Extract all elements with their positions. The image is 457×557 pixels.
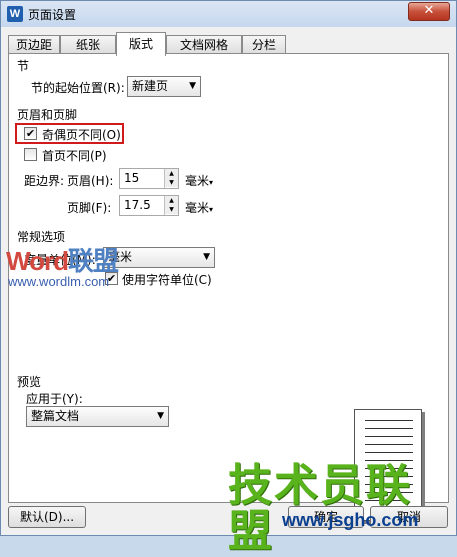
footer-distance-label: 页脚(F): [67,201,112,215]
header-distance-value: 15 [124,171,140,185]
footer-spinner[interactable]: ▲ ▼ [164,196,178,215]
spin-down-icon[interactable]: ▼ [165,205,178,214]
apply-to-label: 应用于(Y): [26,392,83,406]
divider [33,65,441,66]
chevron-down-icon: ▼ [189,81,196,91]
odd-even-label: 奇偶页不同(O) [42,128,121,142]
tab-margins[interactable]: 页边距 [8,35,60,55]
close-button[interactable]: ✕ [408,2,450,21]
first-page-label: 首页不同(P) [42,149,107,163]
dialog-title: 页面设置 [28,8,77,22]
first-page-checkbox[interactable] [24,148,37,161]
spin-down-icon[interactable]: ▼ [165,178,178,187]
footer-unit: 毫米 [185,201,210,215]
header-distance-input[interactable]: 15 ▲ ▼ [119,168,179,189]
footer-distance-value: 17.5 [124,198,151,212]
tab-columns[interactable]: 分栏 [242,35,286,55]
preview-line [365,436,413,437]
divider [45,381,441,382]
chevron-down-icon: ▼ [157,411,164,421]
jsgho-watermark: 技术员联盟 [228,460,412,557]
footer-distance-input[interactable]: 17.5 ▲ ▼ [119,195,179,216]
jsgho-url-watermark: www.jsgho.com [282,510,419,530]
apply-to-select[interactable]: 整篇文档 ▼ [26,406,169,427]
divider [73,236,441,237]
measure-unit-select[interactable]: 毫米 ▼ [103,247,215,268]
default-button[interactable]: 默认(D)... [8,506,86,528]
wordlm-watermark: Word联盟 [6,246,119,276]
preview-line [365,420,413,421]
spin-up-icon[interactable]: ▲ [165,169,178,178]
close-icon: ✕ [423,3,435,18]
chevron-down-icon: ▾ [209,205,214,214]
odd-even-checkbox[interactable]: ✔ [24,127,37,140]
wps-writer-icon: W [7,6,23,22]
apply-to-value: 整篇文档 [31,409,80,423]
tab-layout[interactable]: 版式 [116,32,166,56]
tab-paper[interactable]: 纸张 [60,35,116,55]
preview-line [365,428,413,429]
preview-line [365,452,413,453]
title-bar[interactable]: W 页面设置 ✕ [1,1,456,27]
header-unit-dropdown[interactable]: 毫米▾ [185,172,213,189]
header-distance-label: 页眉(H): [67,174,114,188]
footer-unit-dropdown[interactable]: 毫米▾ [185,199,213,216]
wordlm-url-watermark: www.wordlm.com [8,274,110,289]
header-unit: 毫米 [185,174,210,188]
header-footer-group-title: 页眉和页脚 [17,108,78,122]
chevron-down-icon: ▼ [203,252,210,262]
divider [85,114,441,115]
chevron-down-icon: ▾ [209,178,214,187]
preview-line [365,444,413,445]
section-group-title: 节 [17,59,30,73]
section-start-value: 新建页 [132,79,169,93]
header-spinner[interactable]: ▲ ▼ [164,169,178,188]
spin-up-icon[interactable]: ▲ [165,196,178,205]
tab-document-grid[interactable]: 文档网格 [166,35,242,55]
section-start-select[interactable]: 新建页 ▼ [127,76,201,97]
general-group-title: 常规选项 [17,230,66,244]
distance-label: 距边界: [24,174,65,188]
preview-group-title: 预览 [17,375,42,389]
section-start-label: 节的起始位置(R): [31,81,125,95]
char-unit-label: 使用字符单位(C) [122,273,212,287]
